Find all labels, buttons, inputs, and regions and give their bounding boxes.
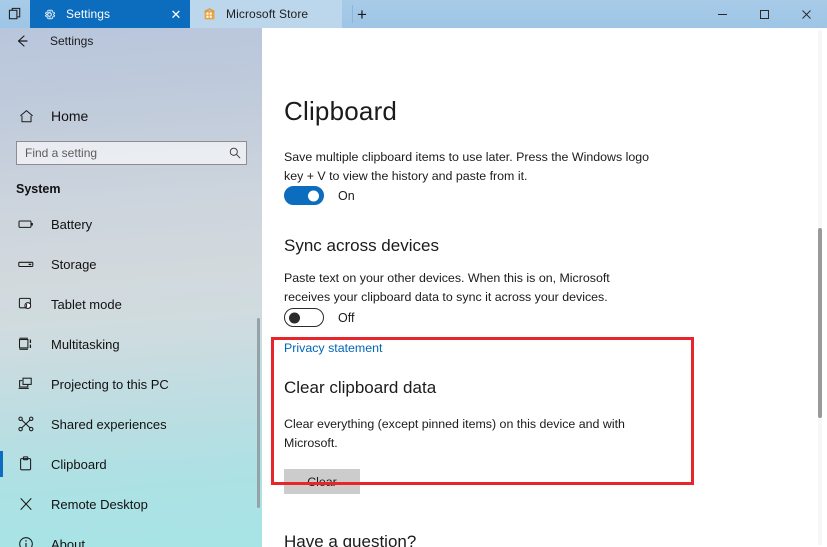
sync-section-heading: Sync across devices [284, 236, 439, 255]
gear-icon [41, 6, 57, 22]
sidebar-item-home[interactable]: Home [0, 100, 262, 132]
multitasking-icon [17, 335, 35, 353]
tab-microsoft-store[interactable]: Microsoft Store [190, 0, 342, 28]
minimize-button[interactable] [701, 0, 743, 28]
battery-icon [17, 215, 35, 233]
clipboard-icon [17, 455, 35, 473]
sidebar-item-label: Tablet mode [51, 296, 122, 312]
new-tab-button[interactable]: + [342, 0, 382, 28]
tablet-icon [17, 295, 35, 313]
content-pane: Clipboard Save multiple clipboard items … [262, 28, 827, 547]
close-icon[interactable]: ✕ [168, 6, 184, 22]
breadcrumb-label: Settings [50, 34, 94, 48]
sidebar-item-clipboard[interactable]: Clipboard [0, 444, 262, 484]
sidebar-group-header: System [16, 182, 61, 196]
toggle-knob [308, 190, 319, 201]
page-title: Clipboard [284, 96, 398, 126]
sidebar-item-about[interactable]: About [0, 524, 262, 547]
clipboard-history-description: Save multiple clipboard items to use lat… [284, 150, 650, 183]
search-input[interactable] [17, 142, 224, 164]
sidebar-item-label: Projecting to this PC [51, 376, 169, 392]
info-icon [17, 535, 35, 547]
search-icon[interactable] [224, 142, 246, 164]
clear-clipboard-description: Clear everything (except pinned items) o… [284, 417, 625, 450]
toggle-knob [289, 312, 300, 323]
sidebar-item-shared-experiences[interactable]: Shared experiences [0, 404, 262, 444]
have-a-question-heading: Have a question? [284, 532, 417, 547]
share-icon [17, 415, 35, 433]
sidebar-item-label: Clipboard [51, 456, 107, 472]
sync-toggle[interactable] [284, 308, 324, 327]
sidebar-item-battery[interactable]: Battery [0, 204, 262, 244]
sync-toggle-row: Off [284, 308, 354, 327]
sidebar-item-label: Shared experiences [51, 416, 167, 432]
sidebar-item-label: Remote Desktop [51, 496, 148, 512]
home-icon [17, 107, 35, 125]
search-box[interactable] [16, 141, 247, 165]
clipboard-history-toggle[interactable] [284, 186, 324, 205]
back-button[interactable] [0, 28, 44, 54]
privacy-statement-link[interactable]: Privacy statement [284, 341, 382, 355]
sidebar-item-remote-desktop[interactable]: Remote Desktop [0, 484, 262, 524]
windows-sets-icon[interactable] [0, 0, 30, 28]
breadcrumb: Settings [0, 28, 262, 54]
sync-description: Paste text on your other devices. When t… [284, 271, 610, 304]
tab-label: Settings [66, 7, 111, 21]
sidebar-item-multitasking[interactable]: Multitasking [0, 324, 262, 364]
sidebar: Settings Home System [0, 28, 262, 547]
store-icon [201, 6, 217, 22]
settings-window: Settings ✕ Microsoft Store + Settings Ho… [0, 0, 827, 547]
tab-strip: Settings ✕ Microsoft Store + [0, 0, 827, 28]
content-scrollbar[interactable] [818, 228, 822, 418]
clear-clipboard-heading: Clear clipboard data [284, 378, 437, 397]
tab-label: Microsoft Store [226, 7, 309, 21]
window-controls [701, 0, 827, 28]
maximize-button[interactable] [743, 0, 785, 28]
sidebar-nav-list: Battery Storage Tablet mode Multitasking… [0, 204, 262, 547]
sidebar-item-label: Multitasking [51, 336, 120, 352]
remote-desktop-icon [17, 495, 35, 513]
sidebar-item-projecting-to-this-pc[interactable]: Projecting to this PC [0, 364, 262, 404]
sidebar-item-storage[interactable]: Storage [0, 244, 262, 284]
storage-icon [17, 255, 35, 273]
projecting-icon [17, 375, 35, 393]
tab-settings[interactable]: Settings ✕ [30, 0, 190, 28]
sidebar-item-label: About [51, 536, 85, 547]
selection-indicator [0, 451, 3, 477]
sidebar-item-label: Storage [51, 256, 97, 272]
sidebar-item-label: Home [51, 108, 89, 124]
close-button[interactable] [785, 0, 827, 28]
sidebar-item-label: Battery [51, 216, 93, 232]
clipboard-history-toggle-row: On [284, 186, 355, 205]
sidebar-item-tablet-mode[interactable]: Tablet mode [0, 284, 262, 324]
clear-button[interactable]: Clear [284, 469, 360, 494]
sync-toggle-state: Off [338, 310, 355, 325]
clipboard-history-toggle-state: On [338, 188, 355, 203]
sidebar-scrollbar[interactable] [257, 318, 260, 508]
sets-glyph [8, 7, 20, 19]
